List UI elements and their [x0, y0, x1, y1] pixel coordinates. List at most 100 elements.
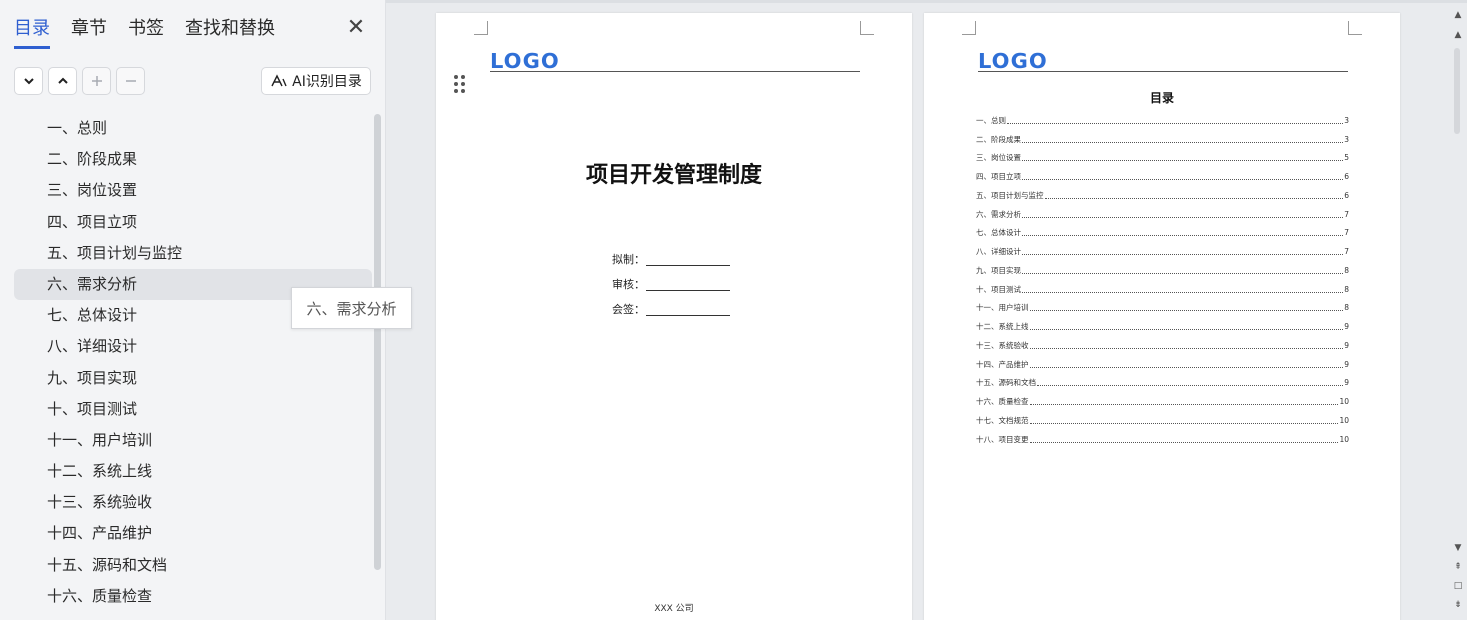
toc-entry[interactable]: 七、总体设计 7	[976, 224, 1349, 243]
toc-entry[interactable]: 八、详细设计 7	[976, 242, 1349, 261]
sign-label: 会签：	[612, 303, 645, 316]
outline-item[interactable]: 五、项目计划与监控	[14, 238, 372, 269]
toc-entry[interactable]: 九、项目实现 8	[976, 261, 1349, 280]
outline-item[interactable]: 四、项目立项	[14, 207, 372, 238]
close-icon[interactable]: ✕	[345, 17, 367, 40]
drag-handle-icon[interactable]	[454, 75, 466, 93]
toc-entry-title: 八、详细设计	[976, 246, 1022, 258]
toc-entry[interactable]: 五、项目计划与监控 6	[976, 186, 1349, 205]
ai-recognize-toc-button[interactable]: AI识别目录	[261, 67, 371, 95]
header-logo: LOGO	[490, 49, 560, 73]
document-page-cover: LOGO 项目开发管理制度 拟制： 审核： 会签： XXX 公司	[436, 13, 912, 620]
outline-item[interactable]: 九、项目实现	[14, 363, 372, 394]
toc-entry[interactable]: 二、阶段成果 3	[976, 130, 1349, 149]
toc-leader-dots	[1029, 310, 1344, 312]
toc-leader-dots	[1029, 347, 1344, 349]
outline-item[interactable]: 十一、用户培训	[14, 425, 372, 456]
header-rule	[978, 71, 1348, 72]
toc-entry[interactable]: 十五、源码和文档 9	[976, 374, 1349, 393]
toc-entry-title: 七、总体设计	[976, 227, 1022, 239]
outline-item[interactable]: 十二、系统上线	[14, 456, 372, 487]
toc-entry[interactable]: 四、项目立项 6	[976, 167, 1349, 186]
page-down-icon[interactable]: ⇟	[1453, 600, 1463, 610]
toc-entry[interactable]: 十七、文档规范 10	[976, 411, 1349, 430]
toc-leader-dots	[1029, 441, 1339, 443]
outline-item[interactable]: 一、总则	[14, 113, 372, 144]
header-logo: LOGO	[978, 49, 1048, 73]
outline-scrollbar[interactable]	[374, 114, 381, 570]
toc-entry[interactable]: 三、岗位设置 5	[976, 149, 1349, 168]
toc-entry-title: 十一、用户培训	[976, 302, 1030, 314]
tab-find-replace[interactable]: 查找和替换	[185, 14, 275, 46]
toc-entry-page: 7	[1344, 209, 1349, 219]
document-page-toc: LOGO 目录 一、总则 3 二、阶段成果 3 三、岗位设置 5 四、项目立项 6 五、项目计划…	[924, 13, 1400, 620]
toc-entry-title: 十、项目测试	[976, 283, 1022, 295]
app-root: 目录 章节 书签 查找和替换 ✕ AI识别目录 一、总则 二、阶段成果 三、岗位…	[0, 0, 1467, 620]
toc-entry-page: 8	[1344, 265, 1349, 275]
scroll-up-small-icon[interactable]: ▲	[1453, 10, 1463, 20]
outline-tooltip: 六、需求分析	[291, 287, 412, 329]
toc-entry[interactable]: 十六、质量检查 10	[976, 392, 1349, 411]
toc-entry[interactable]: 十一、用户培训 8	[976, 299, 1349, 318]
outline-item[interactable]: 十、项目测试	[14, 394, 372, 425]
sign-field[interactable]: 拟制：	[612, 251, 730, 267]
toc-entry-title: 十八、项目变更	[976, 433, 1030, 445]
toc-entry[interactable]: 十八、项目变更 10	[976, 430, 1349, 449]
sign-field[interactable]: 会签：	[612, 301, 730, 317]
toc-leader-dots	[1029, 366, 1344, 368]
toc-entry-title: 六、需求分析	[976, 208, 1022, 220]
toc-leader-dots	[1044, 197, 1344, 199]
toc-entry-page: 9	[1344, 359, 1349, 369]
page-up-icon[interactable]: ⇞	[1453, 562, 1463, 572]
tab-toc[interactable]: 目录	[14, 14, 50, 49]
toc-entry[interactable]: 十四、产品维护 9	[976, 355, 1349, 374]
scroll-down-icon[interactable]: ▼	[1453, 543, 1463, 553]
toc-entry-page: 3	[1344, 115, 1349, 125]
toc-leader-dots	[1022, 235, 1344, 237]
toc-leader-dots	[1022, 160, 1344, 162]
outline-item[interactable]: 二、阶段成果	[14, 144, 372, 175]
header-rule	[490, 71, 860, 72]
toc-entry-title: 十三、系统验收	[976, 339, 1030, 351]
toc-entry[interactable]: 十二、系统上线 9	[976, 317, 1349, 336]
chevron-down-icon	[23, 78, 34, 85]
scroll-thumb[interactable]	[1454, 48, 1460, 134]
toc-entry-page: 8	[1344, 303, 1349, 313]
collapse-down-button[interactable]	[14, 67, 43, 95]
toc-entry[interactable]: 十、项目测试 8	[976, 280, 1349, 299]
toc-entry-title: 九、项目实现	[976, 264, 1022, 276]
outline-item[interactable]: 八、详细设计	[14, 331, 372, 362]
expand-up-button[interactable]	[48, 67, 77, 95]
outline-item[interactable]: 十五、源码和文档	[14, 550, 372, 581]
pane-tabs: 目录 章节 书签 查找和替换	[14, 14, 296, 49]
toc-leader-dots	[1022, 179, 1344, 181]
document-scrollbar[interactable]: ▲ ▲ ▼ ⇞ □ ⇟	[1449, 0, 1467, 620]
crop-mark	[962, 21, 976, 35]
page-select-icon[interactable]: □	[1453, 581, 1463, 591]
document-title: 项目开发管理制度	[585, 163, 762, 188]
tab-chapters[interactable]: 章节	[71, 14, 107, 46]
toc-entry[interactable]: 六、需求分析 7	[976, 205, 1349, 224]
toc-entry-title: 三、岗位设置	[976, 152, 1022, 164]
outline-item[interactable]: 十四、产品维护	[14, 518, 372, 549]
outline-list: 一、总则 二、阶段成果 三、岗位设置 四、项目立项 五、项目计划与监控 六、需求…	[14, 113, 372, 612]
toc-leader-dots	[1022, 254, 1344, 256]
sign-field[interactable]: 审核：	[612, 276, 730, 292]
toc-leader-dots	[1022, 141, 1344, 143]
scroll-up-icon[interactable]: ▲	[1453, 30, 1463, 40]
toc-entry[interactable]: 十三、系统验收 9	[976, 336, 1349, 355]
crop-mark	[1348, 21, 1362, 35]
outline-item[interactable]: 十六、质量检查	[14, 581, 372, 612]
outline-item[interactable]: 十三、系统验收	[14, 487, 372, 518]
toc-leader-dots	[1022, 291, 1344, 293]
plus-icon	[91, 76, 102, 86]
tab-bookmarks[interactable]: 书签	[128, 14, 164, 46]
toc-entry-page: 10	[1339, 434, 1349, 444]
crop-mark	[474, 21, 488, 35]
toc-entry-title: 十七、文档规范	[976, 414, 1030, 426]
remove-level-button[interactable]	[116, 67, 145, 95]
add-level-button[interactable]	[82, 67, 111, 95]
outline-item[interactable]: 三、岗位设置	[14, 175, 372, 206]
toc-entry[interactable]: 一、总则 3	[976, 111, 1349, 130]
toc-entry-title: 一、总则	[976, 114, 1007, 126]
